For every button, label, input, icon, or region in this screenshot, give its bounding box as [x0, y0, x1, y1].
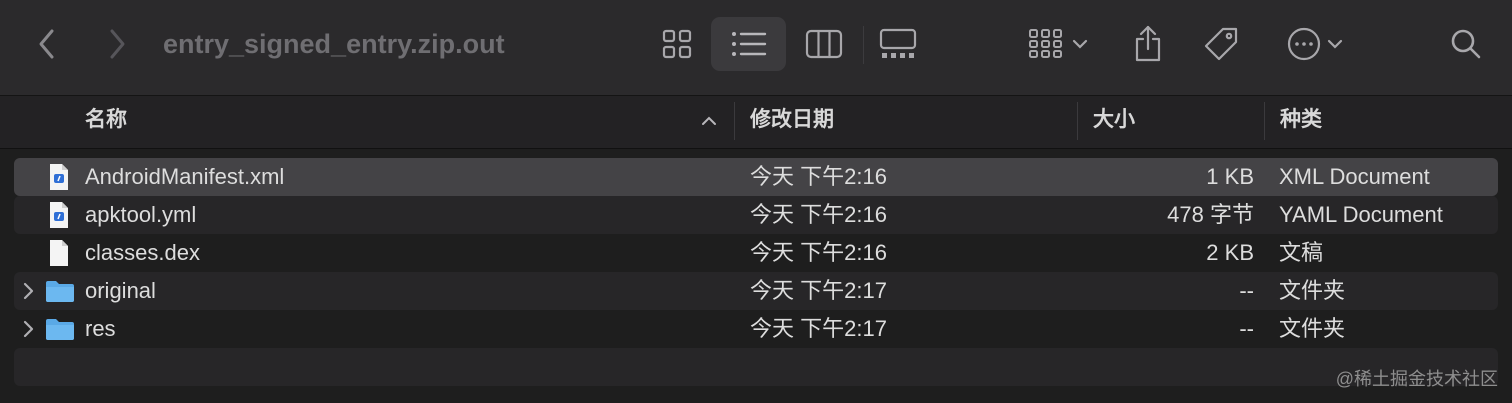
- column-divider[interactable]: [734, 102, 735, 140]
- file-kind: 文稿: [1279, 240, 1324, 265]
- file-list: AndroidManifest.xml 今天 下午2:16 1 KB XML D…: [0, 149, 1512, 403]
- column-header-kind[interactable]: 种类: [1280, 96, 1322, 148]
- file-size: 2 KB: [1206, 240, 1254, 265]
- file-kind: XML Document: [1279, 164, 1430, 189]
- group-by-button[interactable]: [1020, 18, 1096, 70]
- file-row[interactable]: res 今天 下午2:17 -- 文件夹: [14, 310, 1498, 348]
- chevron-down-icon: [1072, 39, 1088, 49]
- tag-button[interactable]: [1198, 18, 1244, 70]
- document-icon: [48, 239, 70, 272]
- chevron-down-icon: [1327, 39, 1343, 49]
- file-date: 今天 下午2:16: [750, 240, 887, 265]
- column-view-button[interactable]: [800, 18, 848, 70]
- more-actions-icon: [1287, 27, 1321, 61]
- column-header-name[interactable]: 名称: [85, 96, 127, 148]
- file-date: 今天 下午2:16: [750, 202, 887, 227]
- chevron-right-icon: [110, 29, 125, 59]
- list-view-button[interactable]: [711, 17, 786, 71]
- file-row[interactable]: AndroidManifest.xml 今天 下午2:16 1 KB XML D…: [14, 158, 1498, 196]
- column-header-date[interactable]: 修改日期: [750, 96, 834, 148]
- file-size: 478 字节: [1167, 202, 1254, 227]
- search-icon: [1451, 29, 1481, 59]
- disclosure-chevron-icon[interactable]: [22, 320, 34, 343]
- search-button[interactable]: [1446, 22, 1486, 66]
- file-kind: 文件夹: [1279, 278, 1346, 303]
- column-divider[interactable]: [1264, 102, 1265, 140]
- chevron-left-icon: [39, 29, 54, 59]
- toolbar-separator: [863, 26, 864, 64]
- yaml-document-icon: [48, 201, 70, 234]
- icon-view-button[interactable]: [655, 18, 699, 70]
- file-date: 今天 下午2:17: [750, 316, 887, 341]
- file-row[interactable]: classes.dex 今天 下午2:16 2 KB 文稿: [14, 234, 1498, 272]
- xml-document-icon: [48, 163, 70, 196]
- file-size: 1 KB: [1206, 164, 1254, 189]
- more-actions-button[interactable]: [1280, 18, 1350, 70]
- gallery-view-button[interactable]: [874, 18, 922, 70]
- grid-view-icon: [662, 29, 692, 59]
- file-name: classes.dex: [85, 240, 200, 265]
- file-date: 今天 下午2:17: [750, 278, 887, 303]
- file-row[interactable]: original 今天 下午2:17 -- 文件夹: [14, 272, 1498, 310]
- file-name: apktool.yml: [85, 202, 197, 227]
- column-divider[interactable]: [1077, 102, 1078, 140]
- file-name: res: [85, 316, 116, 341]
- back-button[interactable]: [30, 26, 64, 62]
- empty-row: [14, 348, 1498, 386]
- window-title: entry_signed_entry.zip.out: [163, 29, 505, 59]
- file-size: --: [1239, 278, 1254, 303]
- file-row[interactable]: apktool.yml 今天 下午2:16 478 字节 YAML Docume…: [14, 196, 1498, 234]
- toolbar: entry_signed_entry.zip.out: [0, 0, 1512, 96]
- watermark: @稀土掘金技术社区: [1335, 369, 1498, 389]
- share-button[interactable]: [1126, 18, 1170, 70]
- chevron-up-icon: [702, 116, 716, 125]
- gallery-view-icon: [879, 28, 917, 58]
- sort-indicator[interactable]: [698, 110, 720, 132]
- column-header-bar: 名称 修改日期 大小 种类: [0, 96, 1512, 149]
- share-icon: [1135, 25, 1161, 62]
- group-by-icon: [1029, 29, 1062, 58]
- file-size: --: [1239, 316, 1254, 341]
- tag-icon: [1204, 27, 1238, 61]
- list-view-icon: [731, 32, 766, 56]
- column-header-size[interactable]: 大小: [1093, 96, 1135, 148]
- folder-icon: [45, 317, 75, 346]
- file-date: 今天 下午2:16: [750, 164, 887, 189]
- file-kind: YAML Document: [1279, 202, 1443, 227]
- columns-view-icon: [805, 29, 843, 59]
- disclosure-chevron-icon[interactable]: [22, 282, 34, 305]
- file-kind: 文件夹: [1279, 316, 1346, 341]
- forward-button[interactable]: [100, 26, 134, 62]
- file-name: original: [85, 278, 156, 303]
- file-name: AndroidManifest.xml: [85, 164, 285, 189]
- folder-icon: [45, 279, 75, 308]
